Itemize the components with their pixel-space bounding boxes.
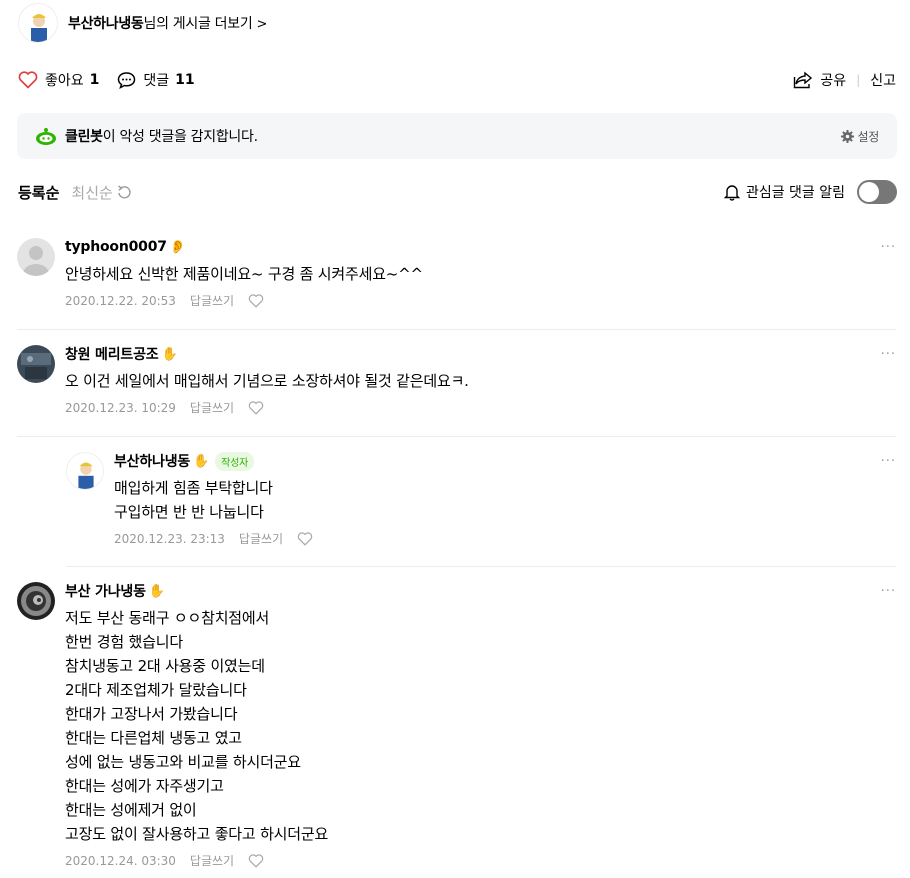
reply-button[interactable]: 답글쓰기 [190, 852, 234, 869]
notification-toggle[interactable] [857, 180, 897, 204]
comment-date: 2020.12.23. 10:29 [65, 400, 176, 415]
sort-bar: 등록순 최신순 관심글 댓글 알림 [18, 178, 897, 206]
report-button[interactable]: 신고 [870, 70, 896, 90]
author-suffix[interactable]: 님의 게시글 더보기 [143, 16, 252, 32]
more-icon[interactable]: ··· [881, 240, 896, 255]
avatar[interactable] [17, 345, 55, 383]
cleanbot-name: 클린봇 [65, 129, 103, 145]
cleanbot-settings-button[interactable]: 설정 [840, 128, 880, 145]
comment-item: 부산 가나냉동 ✋ 저도 부산 동래구 ㅇㅇ참치점에서 한번 경험 했습니다 참치… [17, 582, 896, 878]
like-button[interactable]: 좋아요 1 [18, 70, 99, 90]
avatar[interactable] [17, 582, 55, 620]
avatar[interactable] [66, 452, 104, 490]
action-bar: 좋아요 1 댓글 11 공유 | 신고 [18, 66, 896, 94]
divider: | [856, 73, 861, 87]
reply-button[interactable]: 답글쓰기 [239, 530, 283, 547]
reply-button[interactable]: 답글쓰기 [190, 292, 234, 309]
more-icon[interactable]: ··· [881, 347, 896, 362]
author-name[interactable]: 부산하나냉동 [68, 16, 144, 32]
comment-item: 창원 메리트공조 ✋ 오 이건 세일에서 매입해서 기념으로 소장하셔야 될것 같… [17, 345, 896, 437]
hand-icon: ✋ [148, 583, 165, 599]
comment-button[interactable]: 댓글 11 [117, 70, 195, 90]
share-button[interactable]: 공유 [793, 70, 846, 90]
hand-icon: ✋ [161, 346, 178, 362]
heart-icon[interactable] [297, 531, 313, 546]
sort-by-registration[interactable]: 등록순 [18, 182, 59, 203]
reply-comment-item: 부산하나냉동 ✋ 작성자 매입하게 힘좀 부탁합니다 구입하면 반 반 나눕니다 2… [66, 451, 896, 567]
share-icon [794, 71, 813, 89]
chevron-right-icon: > [256, 17, 268, 32]
cleanbot-icon [36, 128, 56, 145]
comment-notification: 관심글 댓글 알림 [723, 180, 897, 204]
reply-button[interactable]: 답글쓰기 [190, 399, 234, 416]
heart-icon[interactable] [248, 400, 264, 415]
heart-icon[interactable] [248, 293, 264, 308]
comment-count: 11 [175, 72, 195, 88]
sort-by-latest[interactable]: 최신순 [71, 182, 131, 203]
cleanbot-message: 이 악성 댓글을 감지합니다. [102, 129, 258, 145]
author-badge: 작성자 [215, 451, 255, 471]
comment-item: typhoon0007 👂 안녕하세요 신박한 제품이네요~ 구경 좀 시켜주세요… [17, 238, 896, 330]
comment-nickname[interactable]: 부산하나냉동 [114, 451, 190, 471]
like-count: 1 [89, 72, 100, 88]
hand-icon: ✋ [193, 453, 210, 469]
share-label: 공유 [820, 73, 847, 89]
gear-icon [840, 129, 854, 143]
hand-icon: 👂 [169, 239, 186, 255]
comment-text: 오 이건 세일에서 매입해서 기념으로 소장하셔야 될것 같은데요ㅋ. [65, 372, 469, 390]
avatar[interactable] [17, 238, 55, 276]
comment-label: 댓글 [143, 73, 170, 89]
comment-icon [118, 72, 136, 89]
comment-nickname[interactable]: 창원 메리트공조 [65, 344, 159, 364]
author-avatar [18, 3, 58, 43]
notify-label: 관심글 댓글 알림 [745, 185, 845, 201]
cleanbot-banner: 클린봇 이 악성 댓글을 감지합니다. 설정 [17, 113, 897, 159]
comment-nickname[interactable]: typhoon0007 [65, 239, 167, 255]
settings-label: 설정 [857, 129, 880, 144]
heart-icon [18, 71, 38, 89]
more-icon[interactable]: ··· [881, 454, 896, 469]
more-icon[interactable]: ··· [881, 584, 896, 599]
comment-text: 매입하게 힘좀 부탁합니다 구입하면 반 반 나눕니다 [114, 479, 273, 521]
sort-latest-label: 최신순 [71, 183, 113, 202]
author-link[interactable]: 부산하나냉동님의 게시글 더보기 > [18, 2, 267, 44]
comment-nickname[interactable]: 부산 가나냉동 [65, 581, 146, 601]
heart-icon[interactable] [248, 853, 264, 868]
refresh-icon [117, 185, 131, 199]
bell-icon [723, 185, 740, 201]
like-label: 좋아요 [45, 73, 84, 89]
comment-date: 2020.12.23. 23:13 [114, 531, 225, 546]
comment-date: 2020.12.24. 03:30 [65, 853, 176, 868]
comment-date: 2020.12.22. 20:53 [65, 293, 176, 308]
comment-text: 저도 부산 동래구 ㅇㅇ참치점에서 한번 경험 했습니다 참치냉동고 2대 사용… [65, 609, 329, 843]
comment-text: 안녕하세요 신박한 제품이네요~ 구경 좀 시켜주세요~^^ [65, 265, 423, 283]
